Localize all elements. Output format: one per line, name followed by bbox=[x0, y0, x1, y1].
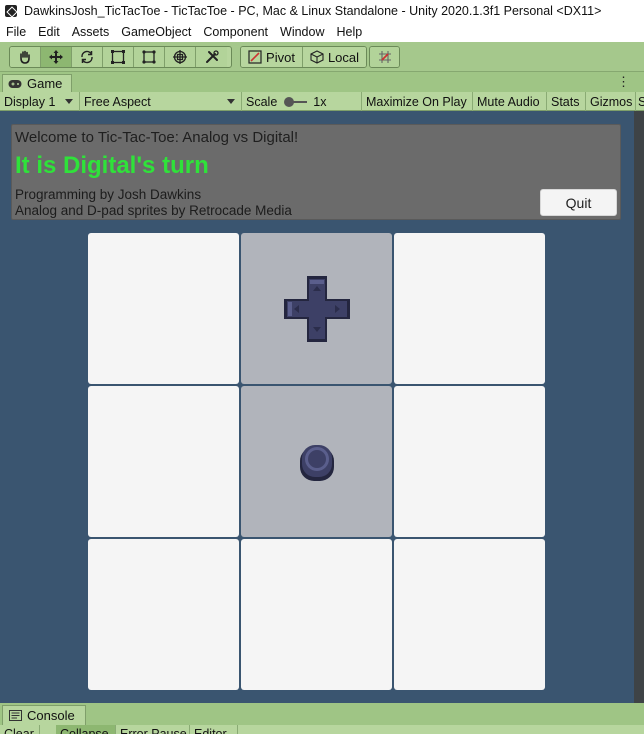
rotate-icon bbox=[81, 50, 93, 64]
grid-snap-icon bbox=[378, 51, 391, 63]
tab-game[interactable]: Game bbox=[2, 74, 72, 92]
custom-tool-icon bbox=[205, 50, 219, 63]
local-button[interactable]: Local bbox=[303, 47, 366, 67]
rect-tool-button[interactable] bbox=[134, 47, 165, 67]
game-tabbar: Game ⋮ bbox=[0, 72, 644, 92]
menu-component[interactable]: Component bbox=[197, 25, 274, 39]
console-collapse-toggle[interactable]: Collapse bbox=[56, 725, 116, 734]
quit-button[interactable]: Quit bbox=[540, 189, 617, 216]
menu-assets[interactable]: Assets bbox=[66, 25, 116, 39]
scale-icon bbox=[111, 50, 125, 64]
transform-tool-button[interactable] bbox=[165, 47, 196, 67]
move-tool-button[interactable] bbox=[41, 47, 72, 67]
window-title: DawkinsJosh_TicTacToe - TicTacToe - PC, … bbox=[24, 4, 602, 18]
chevron-down-icon bbox=[227, 99, 235, 104]
board-cell-0[interactable] bbox=[88, 233, 239, 384]
board-cell-2[interactable] bbox=[394, 233, 545, 384]
gamepad-icon bbox=[8, 79, 22, 88]
maximize-label: Maximize On Play bbox=[366, 94, 467, 109]
display-value: Display 1 bbox=[4, 94, 56, 109]
menu-gameobject[interactable]: GameObject bbox=[115, 25, 197, 39]
pivot-button[interactable]: Pivot bbox=[241, 47, 303, 67]
console-tabbar: Console bbox=[0, 703, 644, 725]
display-dropdown[interactable]: Display 1 bbox=[0, 92, 80, 111]
pivot-toggle-group: Pivot Local bbox=[240, 46, 367, 68]
move-icon bbox=[49, 50, 63, 64]
hand-icon bbox=[20, 50, 30, 64]
sprite-credit: Analog and D-pad sprites by Retrocade Me… bbox=[15, 203, 292, 218]
window-titlebar: DawkinsJosh_TicTacToe - TicTacToe - PC, … bbox=[0, 0, 644, 22]
gizmos-label: Gizmos bbox=[590, 94, 633, 109]
main-toolbar: Pivot Local bbox=[0, 42, 644, 72]
aspect-value: Free Aspect bbox=[84, 94, 151, 109]
tab-game-label: Game bbox=[27, 76, 63, 91]
scale-label: Scale bbox=[246, 94, 278, 109]
local-label: Local bbox=[327, 49, 360, 65]
board-cell-6[interactable] bbox=[88, 539, 239, 690]
scale-tool-button[interactable] bbox=[103, 47, 134, 67]
scale-control: Scale 1x bbox=[242, 92, 362, 111]
tab-console[interactable]: Console bbox=[2, 705, 86, 725]
welcome-text: Welcome to Tic-Tac-Toe: Analog vs Digita… bbox=[15, 129, 299, 146]
menu-edit[interactable]: Edit bbox=[32, 25, 66, 39]
rotate-tool-button[interactable] bbox=[72, 47, 103, 67]
menu-bar: File Edit Assets GameObject Component Wi… bbox=[0, 22, 644, 42]
mute-label: Mute Audio bbox=[477, 94, 540, 109]
pivot-icon bbox=[248, 50, 262, 64]
stats-toggle[interactable]: Stats bbox=[547, 92, 586, 111]
board-cell-1[interactable] bbox=[241, 233, 392, 384]
info-banner: Welcome to Tic-Tac-Toe: Analog vs Digita… bbox=[11, 124, 621, 220]
board-cell-5[interactable] bbox=[394, 386, 545, 537]
analog-stick-piece-icon bbox=[299, 444, 334, 481]
scale-slider[interactable] bbox=[284, 96, 308, 107]
console-icon bbox=[9, 710, 22, 721]
menu-file[interactable]: File bbox=[0, 25, 32, 39]
truncated-label: S bbox=[638, 94, 644, 109]
grid-snap-group bbox=[369, 46, 400, 68]
board-cell-4[interactable] bbox=[241, 386, 392, 537]
mute-audio-toggle[interactable]: Mute Audio bbox=[473, 92, 547, 111]
board-cell-8[interactable] bbox=[394, 539, 545, 690]
stats-label: Stats bbox=[551, 94, 580, 109]
local-cube-icon bbox=[310, 50, 324, 64]
board-cell-7[interactable] bbox=[241, 539, 392, 690]
turn-indicator: It is Digital's turn bbox=[15, 152, 209, 179]
dpad-piece-icon bbox=[283, 275, 350, 342]
game-view: Welcome to Tic-Tac-Toe: Analog vs Digita… bbox=[0, 111, 634, 703]
menu-window[interactable]: Window bbox=[274, 25, 330, 39]
console-clear-button[interactable]: Clear bbox=[0, 725, 40, 734]
scale-value: 1x bbox=[313, 94, 327, 109]
console-toolbar: Clear Collapse Error Pause Editor bbox=[0, 725, 644, 734]
console-editor-dropdown[interactable]: Editor bbox=[190, 725, 238, 734]
gizmos-toggle[interactable]: Gizmos bbox=[586, 92, 636, 111]
transform-icon bbox=[173, 50, 187, 64]
scale-slider-knob[interactable] bbox=[284, 96, 295, 107]
unity-logo-icon bbox=[5, 5, 17, 17]
maximize-on-play-toggle[interactable]: Maximize On Play bbox=[362, 92, 473, 111]
chevron-down-icon bbox=[65, 99, 73, 104]
grid-snap-button[interactable] bbox=[370, 47, 399, 67]
tab-menu-icon[interactable]: ⋮ bbox=[617, 74, 630, 90]
transform-tools bbox=[9, 46, 232, 68]
scene-edge-strip bbox=[634, 111, 644, 703]
rect-transform-icon bbox=[142, 50, 156, 64]
menu-help[interactable]: Help bbox=[330, 25, 368, 39]
programming-credit: Programming by Josh Dawkins bbox=[15, 187, 202, 202]
pivot-label: Pivot bbox=[266, 49, 295, 65]
truncated-toolbar-item: S bbox=[636, 92, 644, 111]
console-error-pause-toggle[interactable]: Error Pause bbox=[116, 725, 190, 734]
aspect-dropdown[interactable]: Free Aspect bbox=[80, 92, 242, 111]
hand-tool-button[interactable] bbox=[10, 47, 41, 67]
board-cell-3[interactable] bbox=[88, 386, 239, 537]
game-view-toolbar: Display 1 Free Aspect Scale 1x Maximize … bbox=[0, 92, 644, 111]
tab-console-label: Console bbox=[27, 708, 75, 723]
custom-tool-button[interactable] bbox=[196, 47, 227, 67]
